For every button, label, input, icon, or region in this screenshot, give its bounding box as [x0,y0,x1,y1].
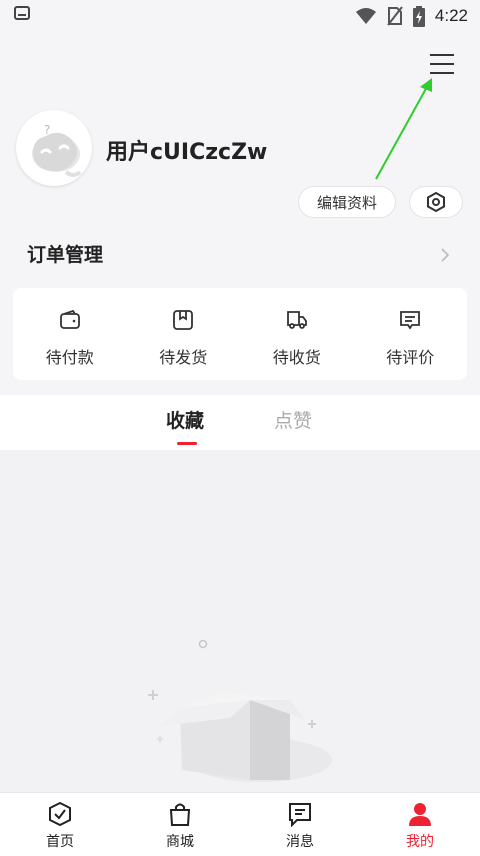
order-pending-payment[interactable]: 待付款 [13,288,127,380]
tabbar-mall[interactable]: 商城 [120,793,240,856]
annotation-arrow [375,78,432,180]
battery-charging-icon [412,5,425,27]
wallet-icon [59,309,80,329]
tab-likes[interactable]: 点赞 [274,406,312,433]
settings-button[interactable] [409,186,463,218]
message-icon [289,803,311,827]
truck-icon [286,311,307,329]
avatar[interactable]: ? [16,110,92,186]
menu-icon [430,54,454,56]
order-pending-review[interactable]: 待评价 [354,288,468,380]
bottom-tab-bar: 首页 商城 消息 我的 [0,792,480,856]
tabbar-label: 消息 [286,834,314,850]
wifi-icon [355,8,376,24]
package-icon [173,310,194,330]
order-pending-receipt[interactable]: 待收货 [240,288,354,380]
status-bar: 4:22 [0,0,480,34]
shopping-bag-icon [169,803,191,826]
edit-profile-button[interactable]: 编辑资料 [298,186,396,218]
tabbar-label: 首页 [46,834,74,850]
tabbar-label: 我的 [406,834,434,850]
active-tab-indicator [177,442,197,445]
hexagon-settings-icon [427,191,445,213]
svg-text:?: ? [44,123,50,137]
user-icon [409,803,431,826]
order-pending-shipment[interactable]: 待发货 [127,288,241,380]
order-item-label: 待付款 [45,348,94,367]
menu-button[interactable] [430,54,454,74]
order-status-card: 待付款 待发货 待收货 待评价 [13,288,467,380]
app-notification-icon [14,6,30,20]
tabbar-label: 商城 [166,834,194,850]
status-time: 4:22 [434,6,468,25]
username: 用户cUICzcZw [106,140,268,165]
order-item-label: 待收货 [272,348,321,367]
no-sim-icon [387,6,403,26]
home-check-icon [49,801,71,827]
tabbar-mine[interactable]: 我的 [360,793,480,856]
order-item-label: 待评价 [386,348,435,367]
tab-favorites[interactable]: 收藏 [166,406,204,433]
chevron-right-icon[interactable] [440,247,450,263]
empty-box-illustration [148,639,332,782]
tabbar-home[interactable]: 首页 [0,793,120,856]
default-avatar-icon: ? [32,123,82,177]
tabbar-messages[interactable]: 消息 [240,793,360,856]
content-tabs [0,395,480,450]
order-item-label: 待发货 [159,348,208,367]
comment-icon [400,311,421,330]
order-management-title: 订单管理 [27,244,104,266]
